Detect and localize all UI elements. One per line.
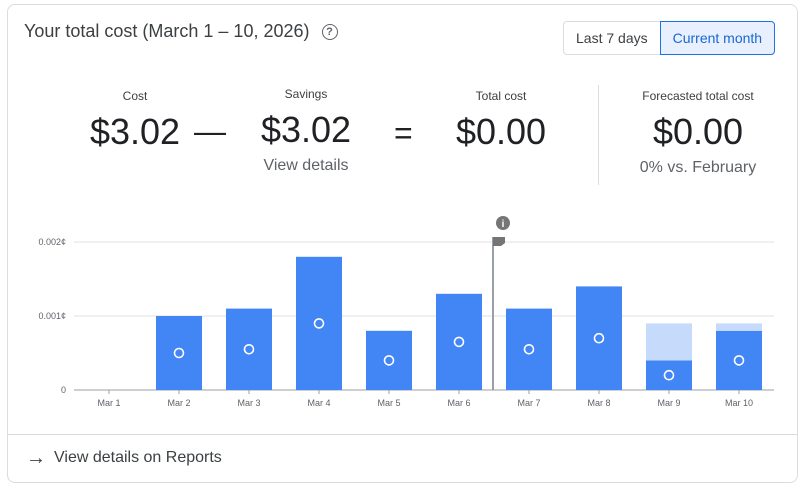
x-tick-label: Mar 9 — [657, 398, 680, 408]
bar-mar-10 — [716, 330, 762, 390]
info-icon-glyph: i — [502, 219, 505, 230]
y-tick-label: 0.002¢ — [38, 237, 66, 247]
x-tick-label: Mar 6 — [447, 398, 470, 408]
x-tick-label: Mar 10 — [725, 398, 753, 408]
y-tick-label: 0.001¢ — [38, 311, 66, 321]
view-reports-link[interactable]: → View details on Reports — [26, 448, 222, 468]
bar-mar-6 — [436, 293, 482, 390]
chart-bars — [156, 256, 762, 390]
view-reports-label: View details on Reports — [54, 449, 222, 466]
footer-divider — [8, 434, 797, 435]
y-axis-ticks: 0 0.001¢ 0.002¢ — [38, 237, 66, 395]
bar-mar-7 — [506, 308, 552, 390]
x-tick-label: Mar 5 — [377, 398, 400, 408]
bar-mar-8 — [576, 286, 622, 390]
cost-bar-chart: 00.001¢0.002¢ Mar 1 Mar 2 Mar 3 Mar 4 Mar 5M… — [38, 216, 774, 408]
bar-mar-3 — [226, 308, 272, 390]
bar-forecast-mar-9 — [646, 323, 692, 361]
x-tick-label: Mar 2 — [167, 398, 190, 408]
x-tick-label: Mar 1 — [97, 398, 120, 408]
flag-icon — [493, 237, 505, 246]
x-tick-label: Mar 3 — [237, 398, 260, 408]
bar-mar-5 — [366, 330, 412, 390]
bar-mar-2 — [156, 316, 202, 390]
x-tick-label: Mar 7 — [517, 398, 540, 408]
bar-mar-4 — [296, 256, 342, 390]
arrow-right-icon: → — [26, 447, 46, 469]
bar-forecast-mar-10 — [716, 323, 762, 331]
y-tick-label: 0 — [61, 385, 66, 395]
bar-mar-9 — [646, 360, 692, 390]
x-axis-ticks: Mar 1 Mar 2 Mar 3 Mar 4 Mar 5 Mar 6 Mar 7 Mar 8… — [97, 390, 753, 408]
x-tick-label: Mar 4 — [307, 398, 330, 408]
total-cost-card: Your total cost (March 1 – 10, 2026) ? L… — [7, 4, 798, 483]
x-tick-label: Mar 8 — [587, 398, 610, 408]
